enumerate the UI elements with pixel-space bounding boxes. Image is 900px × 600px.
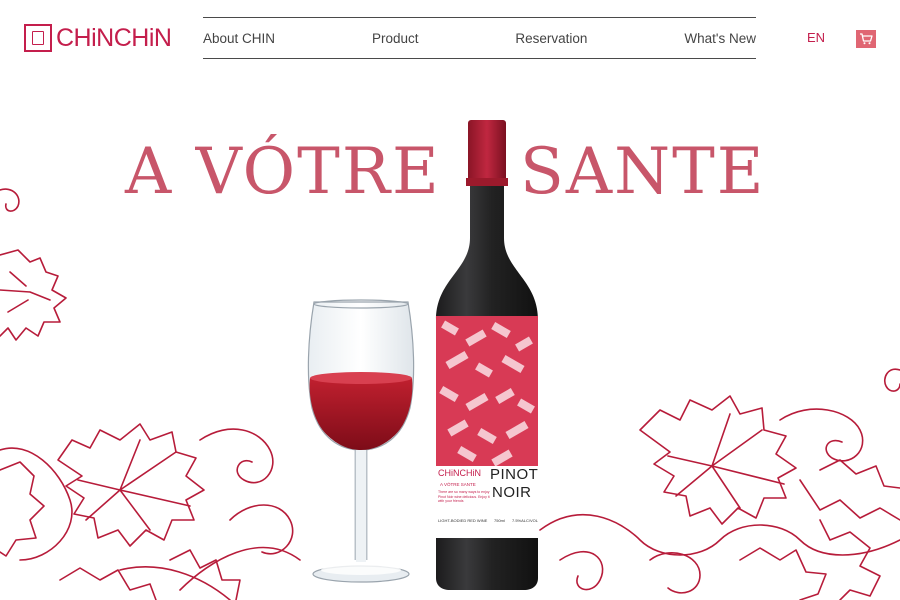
label-blurb: There are so many ways to enjoy Pinot No… [438, 490, 490, 503]
logo-mark-icon [24, 24, 52, 52]
label-brand: CHiNCHiN [438, 468, 481, 478]
nav-whats-new[interactable]: What's New [684, 31, 756, 46]
cart-button[interactable] [856, 30, 876, 48]
hero-headline-right: SANTE [520, 135, 766, 209]
label-volume: 750ml [494, 518, 505, 523]
logo-text: CHiNCHiN [56, 23, 172, 52]
label-name-2: NOIR [492, 484, 532, 501]
label-type: LIGHT-BODIED RED WINE [438, 518, 488, 523]
label-abv: 7.5%ALC/VOL [512, 518, 539, 523]
nav-reservation[interactable]: Reservation [515, 31, 587, 46]
bottle-label: CHiNCHiN A VÓTRE SANTE There are so many… [436, 466, 538, 538]
logo[interactable]: CHiNCHiN [24, 22, 172, 54]
hero-headline-left: A VÓTRE [125, 135, 441, 209]
label-tagline: A VÓTRE SANTE [440, 482, 476, 487]
language-switcher[interactable]: EN [807, 30, 825, 45]
main-nav: About CHIN Product Reservation What's Ne… [203, 17, 756, 59]
wine-glass-image [307, 299, 415, 583]
nav-about[interactable]: About CHIN [203, 31, 275, 46]
label-name-1: PINOT [490, 466, 539, 483]
nav-product[interactable]: Product [372, 31, 419, 46]
cart-icon [860, 33, 873, 45]
